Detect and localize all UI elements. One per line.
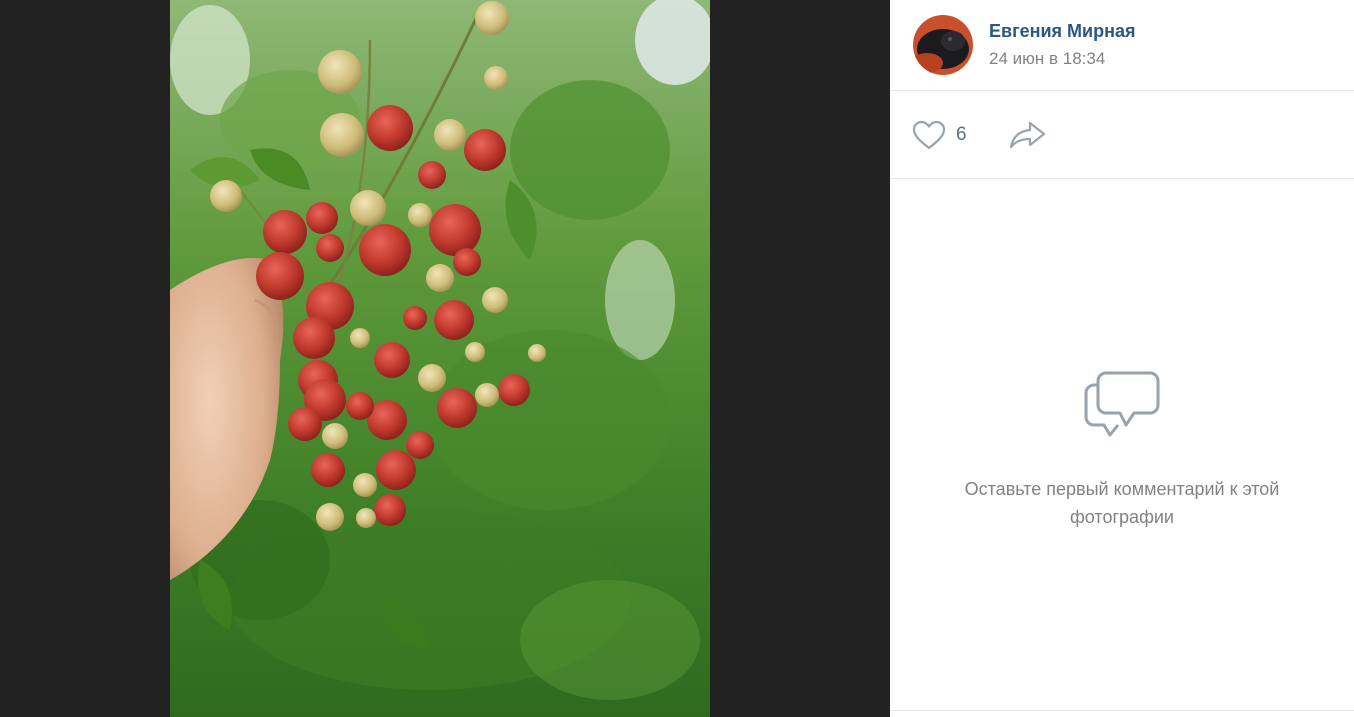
strawberry-photo[interactable]	[170, 0, 710, 717]
photo-viewer	[0, 0, 890, 717]
empty-comments-text: Оставьте первый комментарий к этой фотог…	[964, 479, 1280, 527]
post-sidebar: Евгения Мирная 24 июн в 18:34 6 Оставьте…	[890, 0, 1354, 717]
avatar[interactable]	[913, 15, 973, 75]
share-button[interactable]	[1008, 120, 1048, 150]
heart-outline-icon	[912, 120, 946, 150]
comments-empty-state: Оставьте первый комментарий к этой фотог…	[890, 179, 1354, 717]
divider	[890, 710, 1354, 711]
post-actions: 6	[890, 91, 1354, 179]
share-arrow-icon	[1009, 121, 1046, 149]
like-count: 6	[956, 124, 967, 145]
author-name-link[interactable]: Евгения Мирная	[989, 21, 1135, 42]
post-date[interactable]: 24 июн в 18:34	[989, 49, 1105, 69]
like-button[interactable]: 6	[912, 118, 967, 152]
comment-bubbles-icon	[1082, 365, 1162, 441]
post-header: Евгения Мирная 24 июн в 18:34	[890, 0, 1354, 91]
